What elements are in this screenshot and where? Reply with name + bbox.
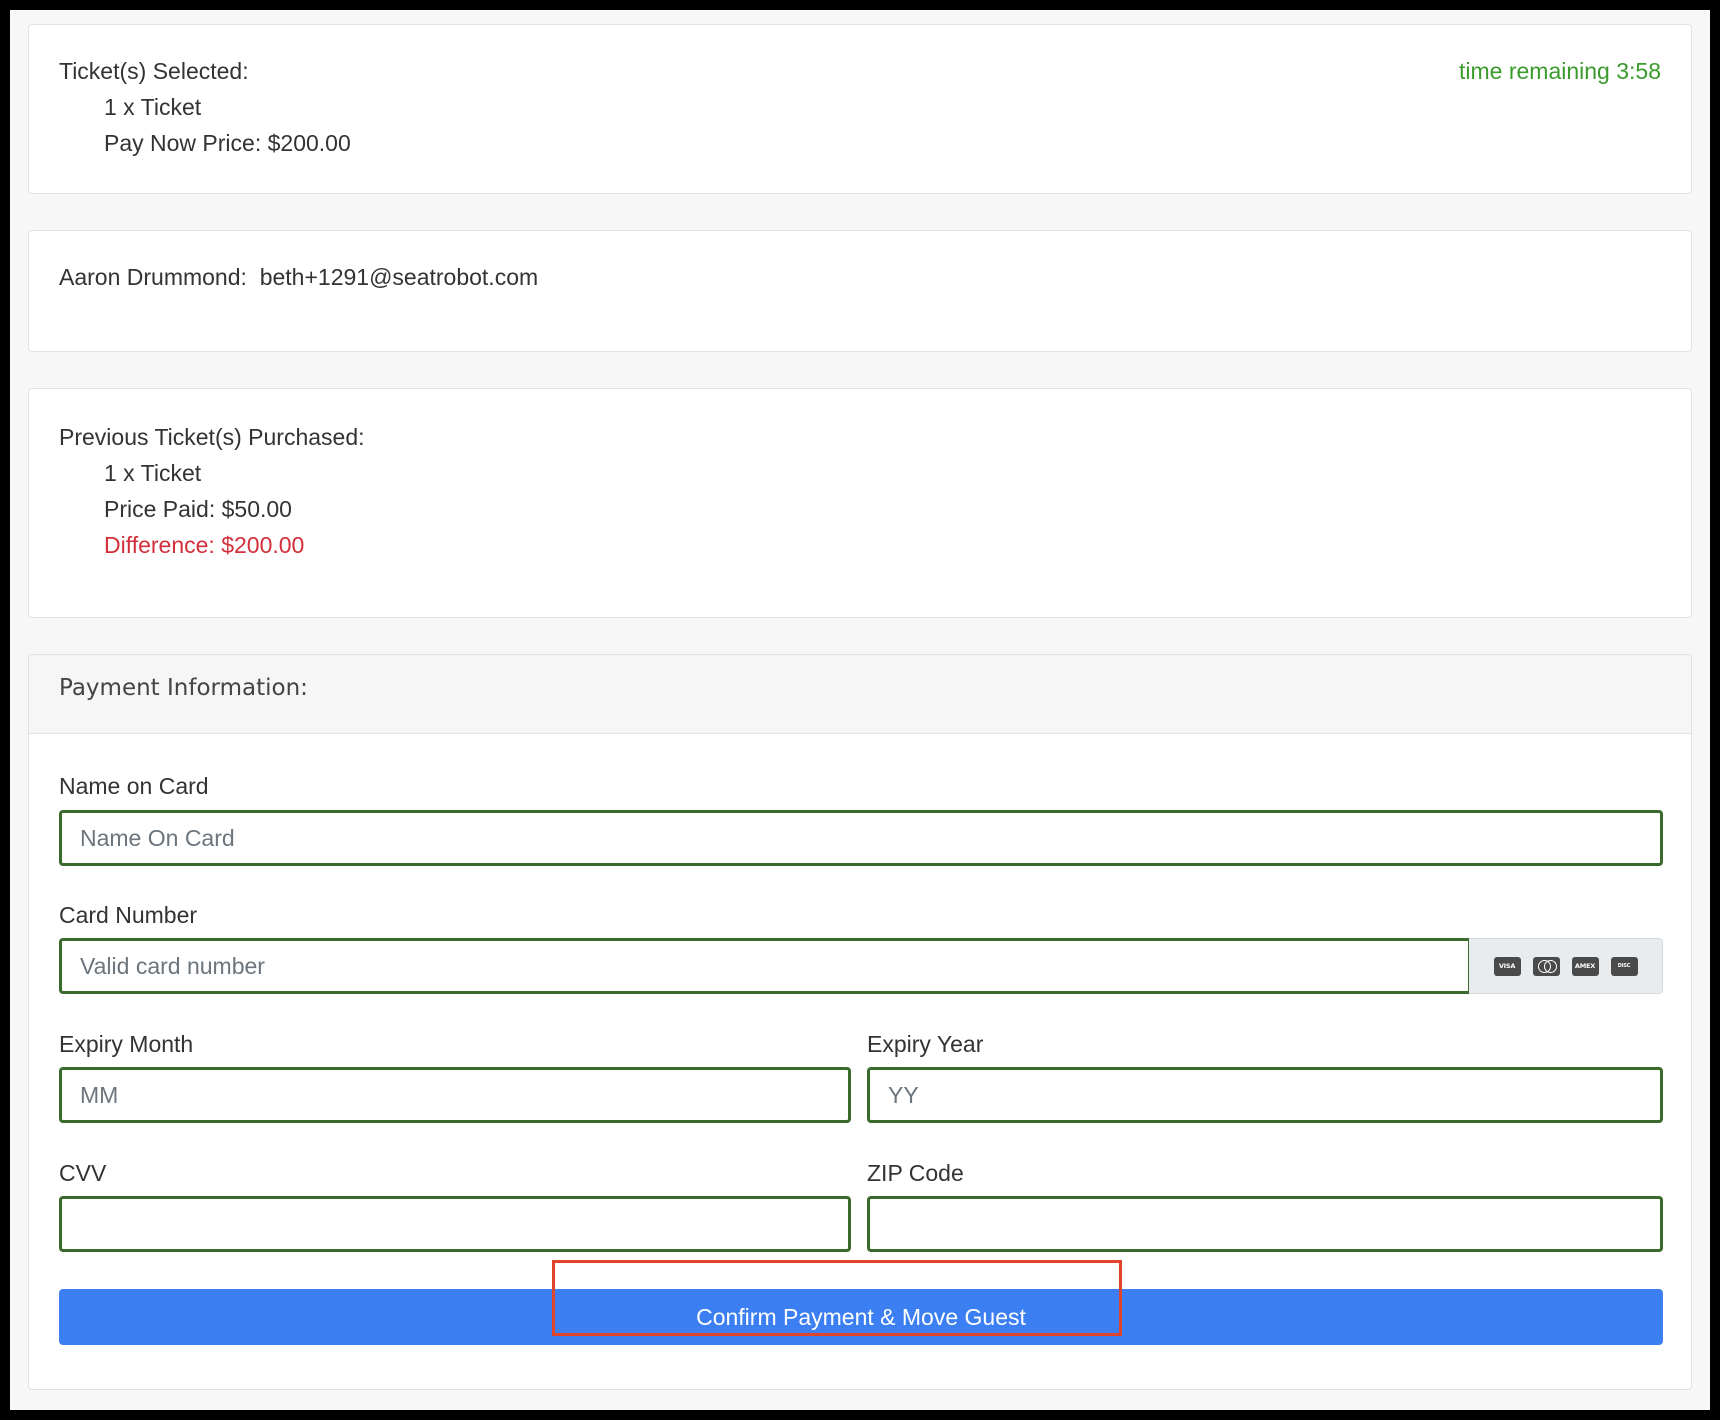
cvv-label: CVV: [59, 1160, 107, 1186]
tickets-selected-heading: Ticket(s) Selected:: [59, 58, 249, 84]
discover-icon: DISC: [1610, 956, 1638, 976]
expiry-year-label: Expiry Year: [867, 1031, 984, 1057]
guest-name: Aaron Drummond:: [59, 264, 247, 290]
expiry-year-input[interactable]: [867, 1067, 1663, 1123]
expiry-month-label: Expiry Month: [59, 1031, 194, 1057]
checkout-page: Ticket(s) Selected: 1 x Ticket Pay Now P…: [10, 10, 1710, 1410]
zip-code-input[interactable]: [867, 1196, 1663, 1252]
expiry-month-input[interactable]: [59, 1067, 851, 1123]
price-paid: Price Paid: $50.00: [104, 496, 292, 522]
name-on-card-input[interactable]: [59, 810, 1663, 866]
previous-tickets-card: Previous Ticket(s) Purchased: 1 x Ticket…: [28, 388, 1692, 618]
card-number-label: Card Number: [59, 902, 198, 928]
guest-email: beth+1291@seatrobot.com: [259, 264, 539, 290]
payment-heading: Payment Information:: [59, 675, 308, 701]
pay-now-price: Pay Now Price: $200.00: [104, 130, 351, 156]
price-difference: Difference: $200.00: [104, 532, 305, 558]
guest-info: Aaron Drummond: beth+1291@seatrobot.com: [59, 259, 538, 295]
payment-header: Payment Information:: [29, 655, 1691, 734]
cvv-input[interactable]: [59, 1196, 851, 1252]
previous-tickets-heading: Previous Ticket(s) Purchased:: [59, 424, 365, 450]
previous-tickets-quantity: 1 x Ticket: [104, 460, 202, 486]
confirm-payment-button[interactable]: Confirm Payment & Move Guest: [59, 1289, 1663, 1345]
visa-icon: VISA: [1493, 956, 1521, 976]
card-number-input[interactable]: [59, 938, 1471, 994]
amex-icon: AMEX: [1571, 956, 1599, 976]
payment-card: Payment Information: Name on Card Card N…: [28, 654, 1692, 1390]
time-remaining: time remaining 3:58: [1459, 58, 1661, 84]
name-on-card-label: Name on Card: [59, 773, 209, 799]
zip-code-label: ZIP Code: [867, 1160, 964, 1186]
card-brands-addon: VISA AMEX DISC: [1469, 938, 1663, 994]
tickets-selected-card: Ticket(s) Selected: 1 x Ticket Pay Now P…: [28, 24, 1692, 194]
tickets-selected-quantity: 1 x Ticket: [104, 94, 202, 120]
guest-card: Aaron Drummond: beth+1291@seatrobot.com: [28, 230, 1692, 352]
mastercard-icon: [1532, 956, 1560, 976]
